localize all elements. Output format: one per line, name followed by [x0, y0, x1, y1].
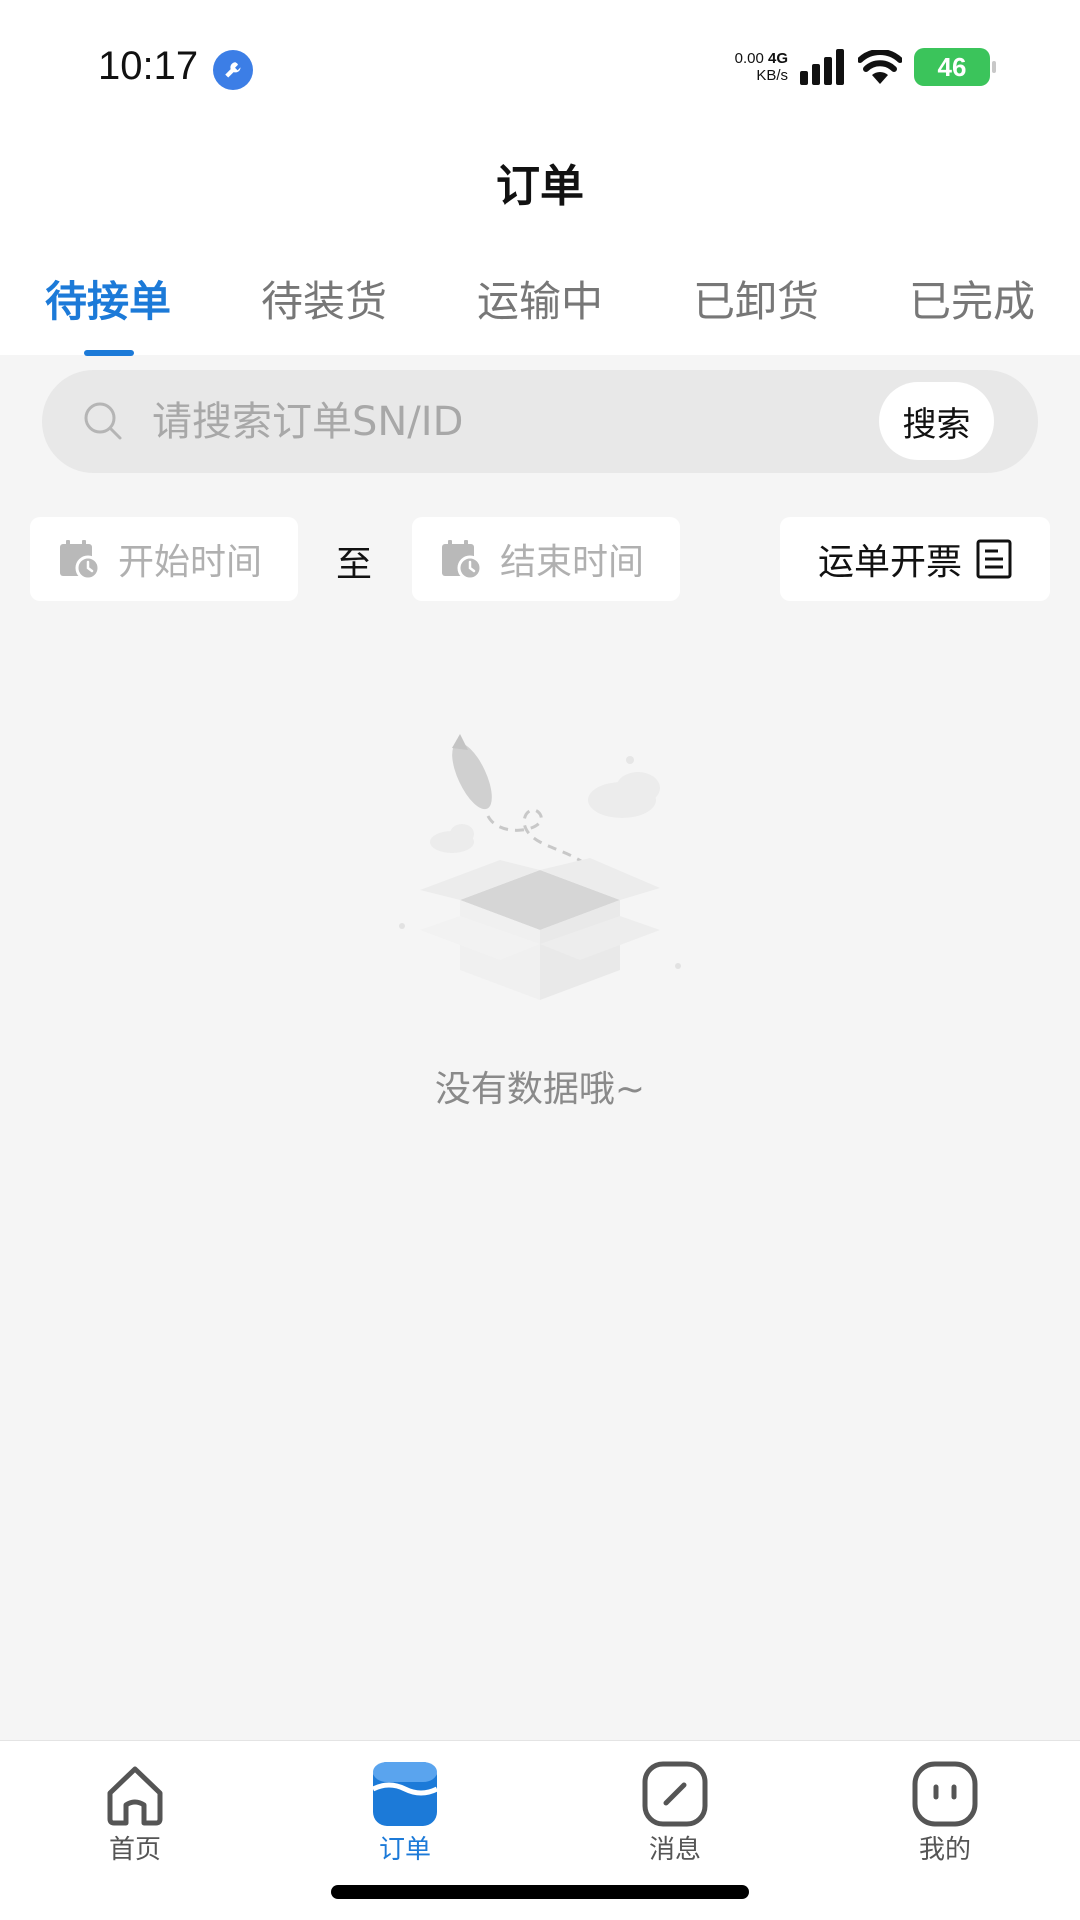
start-date-picker[interactable]: 开始时间 — [30, 517, 298, 601]
net-speed-value: 0.00 — [734, 50, 764, 67]
order-status-tabs: 待接单 待装货 运输中 已卸货 已完成 — [0, 230, 1080, 356]
search-icon — [84, 402, 122, 440]
empty-state-text: 没有数据哦~ — [434, 1069, 646, 1110]
waybill-invoice-button[interactable]: 运单开票 — [780, 517, 1050, 601]
net-speed-unit: KB/s — [756, 67, 788, 84]
tab-unloaded[interactable]: 已卸货 — [666, 268, 846, 329]
status-bar: 10:17 0.00 4G KB/s 46 — [0, 0, 1080, 130]
nav-profile-label: 我的 — [918, 1835, 971, 1865]
profile-icon — [912, 1761, 978, 1827]
status-time: 10:17 — [98, 44, 199, 88]
message-icon — [642, 1761, 708, 1827]
tab-pending-load[interactable]: 待装货 — [234, 268, 414, 329]
start-date-placeholder: 开始时间 — [118, 542, 263, 583]
nav-orders[interactable]: 订单 — [335, 1759, 475, 1866]
page-title: 订单 — [496, 161, 584, 212]
search-bar: 搜索 — [42, 370, 1038, 473]
nav-home-label: 首页 — [108, 1835, 161, 1865]
nav-profile[interactable]: 我的 — [875, 1759, 1015, 1866]
search-input[interactable] — [152, 370, 852, 473]
screen: 10:17 0.00 4G KB/s 46 订单 待接单 待装货 运输中 已卸货… — [0, 0, 1080, 1920]
end-date-placeholder: 结束时间 — [500, 542, 645, 583]
home-icon — [107, 1766, 163, 1826]
invoice-label: 运单开票 — [817, 542, 962, 583]
date-range-separator: 至 — [336, 544, 373, 585]
home-indicator[interactable] — [331, 1885, 749, 1899]
nav-home[interactable]: 首页 — [65, 1759, 205, 1866]
status-indicators: 0.00 4G KB/s 46 — [735, 48, 996, 86]
nav-orders-label: 订单 — [378, 1835, 431, 1865]
header: 订单 — [0, 130, 1080, 230]
battery-level: 46 — [937, 51, 967, 82]
active-tab-indicator — [84, 350, 134, 356]
calendar-clock-icon — [442, 540, 482, 580]
wifi-icon — [858, 50, 902, 84]
tab-completed[interactable]: 已完成 — [882, 268, 1062, 329]
document-icon — [976, 539, 1012, 579]
network-speed: 0.00 4G KB/s — [735, 50, 788, 84]
network-type: 4G — [767, 50, 788, 67]
battery-icon: 46 — [914, 48, 996, 86]
calendar-clock-icon — [60, 540, 100, 580]
nav-messages[interactable]: 消息 — [605, 1759, 745, 1866]
nav-messages-label: 消息 — [648, 1835, 701, 1865]
end-date-picker[interactable]: 结束时间 — [412, 517, 680, 601]
wrench-icon — [213, 50, 253, 90]
empty-box-illustration — [399, 734, 681, 1000]
tab-pending-accept[interactable]: 待接单 — [18, 268, 198, 329]
tab-in-transit[interactable]: 运输中 — [450, 268, 630, 329]
search-button[interactable]: 搜索 — [879, 382, 994, 460]
order-icon — [371, 1762, 439, 1826]
signal-icon — [800, 49, 844, 85]
